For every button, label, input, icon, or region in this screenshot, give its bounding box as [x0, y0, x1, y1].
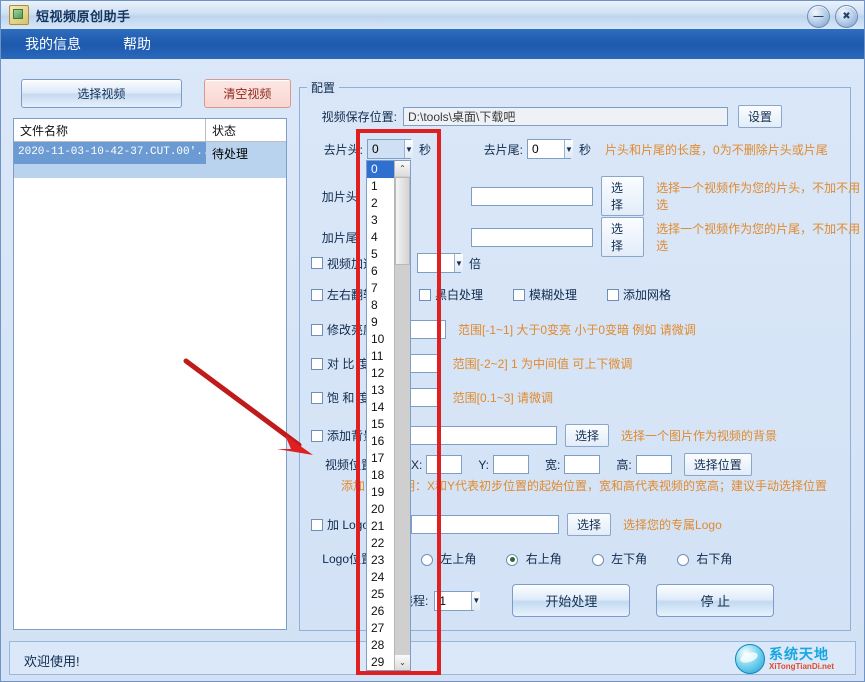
watermark-cn: 系统天地 [769, 646, 829, 662]
save-path-input[interactable] [403, 107, 728, 126]
video-position-h-input[interactable] [635, 455, 672, 474]
add-tail-hint: 选择一个视频作为您的片尾，不加不用选 [656, 222, 861, 253]
add-tail-label: 加片尾: [321, 230, 362, 245]
radio-icon[interactable] [506, 553, 519, 566]
logo-position-label-top-left: 左上角 [440, 552, 477, 566]
speed-unit: 倍 [469, 256, 482, 271]
video-position-y-input[interactable] [493, 455, 530, 474]
status-message: 欢迎使用! [24, 654, 80, 669]
table-row[interactable]: 2020-11-03-10-42-37.CUT.00'... 待处理 [14, 142, 286, 164]
video-position-note: 明：X和Y代表初步位置的起始位置，宽和高代表视频的宽高；建议手动选择位置 [403, 479, 828, 493]
blur-label: 模糊处理 [529, 288, 578, 302]
file-panel-toolbar: 选择视频 清空视频 [21, 79, 291, 108]
speed-checkbox[interactable] [311, 257, 323, 269]
start-process-button[interactable]: 开始处理 [512, 584, 631, 617]
watermark-text: 系统天地 XiTongTianDi.net [769, 647, 834, 671]
video-position-y-label: Y: [478, 457, 490, 472]
brightness-checkbox[interactable] [311, 323, 323, 336]
trim-hint: 片头和片尾的长度，0为不删除片头或片尾 [605, 142, 828, 157]
file-list-filler [14, 164, 286, 178]
title-bar: 短视频原创助手 — ✖ [1, 1, 864, 30]
grid-label: 添加网格 [623, 288, 672, 302]
flip-checkbox[interactable] [311, 288, 323, 301]
video-position-h-label: 高: [616, 458, 632, 472]
watermark: 系统天地 XiTongTianDi.net [735, 644, 849, 674]
file-list-header: 文件名称 状态 [14, 119, 286, 142]
logo-hint: 选择您的专属Logo [623, 518, 722, 532]
chevron-down-icon[interactable]: ▼ [564, 140, 573, 158]
globe-icon [735, 644, 765, 674]
close-button[interactable]: ✖ [835, 5, 858, 28]
save-path-row: 视频保存位置: 设置 [311, 105, 783, 128]
application-window: 短视频原创助手 — ✖ 我的信息 帮助 选择视频 清空视频 文件名称 状态 20… [0, 0, 865, 682]
menu-item-my-info[interactable]: 我的信息 [21, 32, 85, 56]
annotation-arrow [183, 358, 313, 455]
config-group-title: 配置 [307, 79, 340, 96]
menu-item-help[interactable]: 帮助 [119, 32, 155, 56]
logo-select-button[interactable]: 选择 [567, 513, 612, 536]
stop-process-button[interactable]: 停 止 [656, 584, 775, 617]
app-icon [9, 5, 29, 25]
column-header-filename: 文件名称 [14, 119, 206, 141]
save-path-label: 视频保存位置: [321, 110, 397, 124]
add-head-input[interactable] [471, 186, 594, 206]
annotation-highlight-rectangle [356, 129, 441, 675]
grayscale-label: 黑白处理 [435, 288, 484, 302]
logo-position-option-bottom-left[interactable]: 左下角 [591, 550, 648, 567]
add-head-hint: 选择一个视频作为您的片头，不加不用选 [656, 181, 861, 212]
contrast-hint: 范围[-2~2] 1 为中间值 可上下微调 [452, 357, 633, 371]
logo-position-label-top-right: 右上角 [525, 552, 562, 566]
window-title: 短视频原创助手 [36, 8, 131, 24]
minimize-button[interactable]: — [807, 5, 830, 28]
background-hint: 选择一个图片作为视频的背景 [621, 429, 778, 443]
cell-status: 待处理 [206, 142, 286, 164]
menu-bar: 我的信息 帮助 [1, 29, 864, 59]
add-tail-input[interactable] [471, 227, 594, 247]
add-head-label: 加片头: [321, 189, 362, 204]
logo-position-option-bottom-right[interactable]: 右下角 [677, 550, 732, 567]
column-header-status: 状态 [212, 124, 237, 138]
trim-tail-label: 去片尾: [483, 142, 524, 157]
video-position-w-input[interactable] [564, 455, 601, 474]
logo-checkbox[interactable] [311, 518, 323, 531]
add-tail-select-button[interactable]: 选择 [601, 217, 645, 257]
watermark-en: XiTongTianDi.net [769, 662, 835, 671]
clear-video-button[interactable]: 清空视频 [203, 79, 291, 108]
logo-position-label-bottom-right: 右下角 [696, 552, 733, 566]
logo-position-option-top-right[interactable]: 右上角 [506, 550, 562, 567]
trim-tail-unit: 秒 [579, 142, 592, 157]
add-head-select-button[interactable]: 选择 [601, 176, 645, 216]
saturation-hint: 范围[0.1~3] 请微调 [452, 391, 554, 405]
select-video-button[interactable]: 选择视频 [21, 79, 182, 108]
brightness-hint: 范围[-1~1] 大于0变亮 小于0变暗 例如 请微调 [458, 323, 696, 337]
video-position-w-label: 宽: [545, 458, 561, 472]
cell-filename: 2020-11-03-10-42-37.CUT.00'... [14, 142, 206, 164]
chevron-down-icon[interactable]: ▼ [471, 591, 481, 610]
trim-tail-value: 0 [532, 142, 539, 156]
grid-checkbox[interactable] [607, 288, 620, 301]
action-row: 线程: 1 ▼ 开始处理 停 止 [401, 584, 775, 617]
select-position-button[interactable]: 选择位置 [683, 453, 752, 476]
window-controls: — ✖ [807, 5, 858, 28]
logo-position-label-bottom-left: 左下角 [611, 552, 648, 566]
chevron-down-icon[interactable]: ▼ [454, 254, 463, 272]
radio-icon[interactable] [677, 553, 690, 566]
radio-icon[interactable] [591, 553, 604, 566]
background-select-button[interactable]: 选择 [565, 424, 610, 447]
trim-tail-combobox[interactable]: 0 ▼ [527, 139, 573, 159]
save-path-settings-button[interactable]: 设置 [738, 105, 783, 128]
blur-checkbox[interactable] [513, 288, 526, 301]
